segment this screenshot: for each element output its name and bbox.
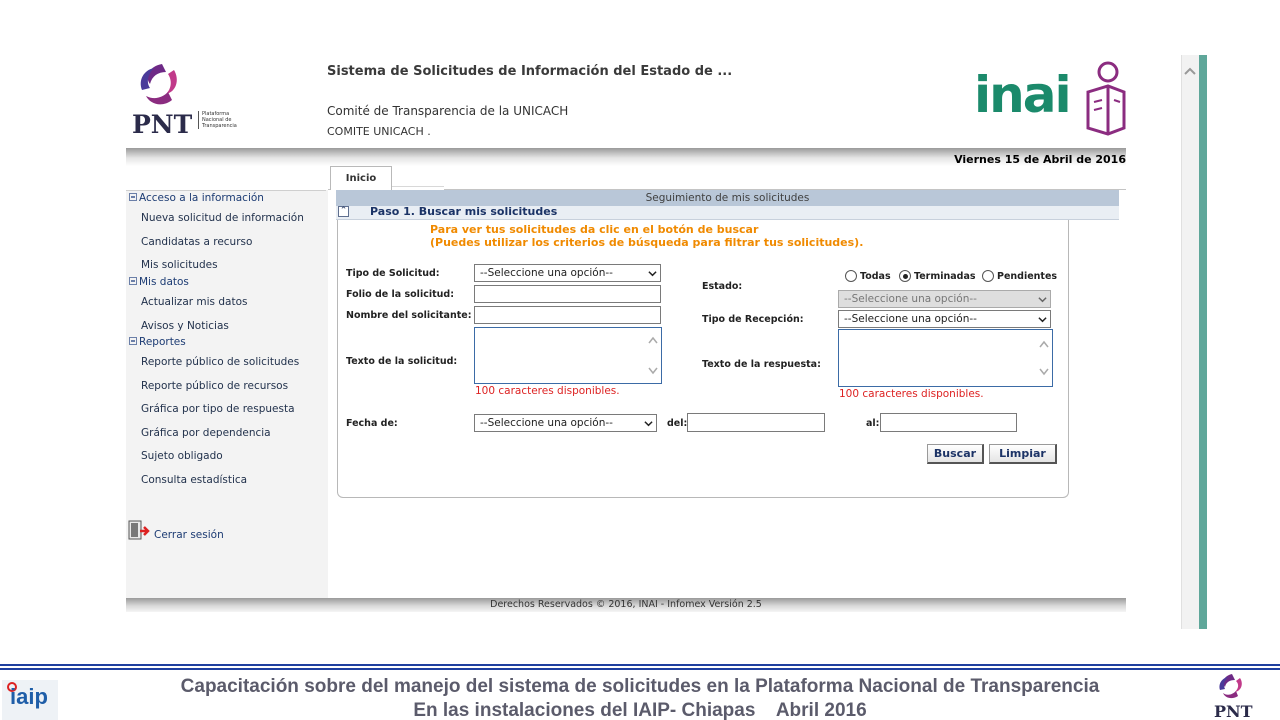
- sidebar-item-reporte-recursos[interactable]: Reporte público de recursos: [141, 380, 288, 392]
- fecha-value: --Seleccione una opción--: [480, 417, 613, 429]
- estado-select: --Seleccione una opción--: [838, 290, 1051, 308]
- committee-name: Comité de Transparencia de la UNICACH: [327, 104, 569, 118]
- folio-input[interactable]: [474, 285, 661, 303]
- fecha-al-input[interactable]: [880, 413, 1017, 432]
- collapse-up-icon[interactable]: ⌃: [338, 206, 349, 217]
- instruction-subtext: (Puedes utilizar los criterios de búsque…: [430, 236, 864, 249]
- sidebar-item-reporte-solicitudes[interactable]: Reporte público de solicitudes: [141, 356, 299, 368]
- nombre-label: Nombre del solicitante:: [346, 310, 472, 321]
- texto-solicitud-remaining: 100 caracteres disponibles.: [475, 385, 620, 397]
- logout-link[interactable]: Cerrar sesión: [128, 520, 224, 542]
- slide-footer-line2: En las instalaciones del IAIP- Chiapas A…: [413, 700, 867, 720]
- pnt-logo-text: PNT: [132, 110, 193, 139]
- fecha-al-label: al:: [866, 418, 880, 429]
- nombre-input[interactable]: [474, 306, 661, 324]
- sidebar-item-candidatas-recurso[interactable]: Candidatas a recurso: [141, 236, 252, 248]
- texto-respuesta-label: Texto de la respuesta:: [702, 359, 821, 370]
- sidebar-section-label: Reportes: [139, 336, 186, 348]
- scroll-down-icon[interactable]: [1039, 368, 1049, 376]
- tipo-recepcion-select[interactable]: --Seleccione una opción--: [838, 310, 1051, 328]
- fecha-select[interactable]: --Seleccione una opción--: [474, 414, 657, 432]
- texto-respuesta-textarea[interactable]: [838, 329, 1053, 387]
- inai-figure-icon: [1086, 61, 1126, 136]
- estado-select-value: --Seleccione una opción--: [844, 293, 977, 305]
- slide-divider: [0, 664, 1280, 670]
- sidebar-item-grafica-respuesta[interactable]: Gráfica por tipo de respuesta: [141, 403, 295, 415]
- browser-scrollbar[interactable]: [1181, 55, 1199, 629]
- tipo-solicitud-value: --Seleccione una opción--: [480, 267, 613, 279]
- sidebar-section-mis-datos[interactable]: Mis datos: [129, 276, 189, 288]
- estado-radio-terminadas[interactable]: Terminadas: [899, 270, 976, 282]
- chevron-down-icon: [644, 421, 653, 427]
- limpiar-button[interactable]: Limpiar: [989, 444, 1057, 464]
- radio-selected-icon: [899, 270, 911, 282]
- collapse-icon: [129, 277, 137, 285]
- sidebar-item-consulta-estadistica[interactable]: Consulta estadística: [141, 474, 247, 486]
- inai-logo: inai: [972, 58, 1128, 138]
- pnt-logo-sub-line: Transparencia: [202, 123, 237, 129]
- tab-inicio[interactable]: Inicio: [330, 166, 392, 190]
- pnt-small-logo: PNT: [1212, 672, 1274, 720]
- pnt-logo-subtitle: Plataforma Nacional de Transparencia: [198, 111, 237, 129]
- decorative-side-bar: [1199, 55, 1207, 629]
- sidebar-item-avisos-noticias[interactable]: Avisos y Noticias: [141, 320, 229, 332]
- radio-label: Pendientes: [997, 270, 1058, 282]
- sidebar-item-grafica-dependencia[interactable]: Gráfica por dependencia: [141, 427, 271, 439]
- radio-label: Todas: [860, 270, 891, 282]
- logout-label: Cerrar sesión: [154, 529, 224, 541]
- sidebar-section-acceso[interactable]: Acceso a la información: [129, 192, 264, 204]
- radio-label: Terminadas: [914, 270, 976, 282]
- tipo-solicitud-label: Tipo de Solicitud:: [346, 268, 440, 279]
- scroll-up-icon[interactable]: [1183, 66, 1197, 76]
- logout-icon: [128, 520, 150, 540]
- inai-logo-text: inai: [974, 66, 1072, 124]
- fecha-del-input[interactable]: [687, 413, 825, 432]
- collapse-icon: [129, 193, 137, 201]
- committee-short: COMITE UNICACH .: [327, 125, 431, 138]
- sidebar-item-nueva-solicitud[interactable]: Nueva solicitud de información: [141, 212, 304, 224]
- pnt-logo: PNT Plataforma Nacional de Transparencia: [128, 60, 248, 140]
- estado-radio-pendientes[interactable]: Pendientes: [982, 270, 1057, 282]
- copyright-text: Derechos Reservados © 2016, INAI - Infom…: [490, 599, 762, 610]
- instruction-text: Para ver tus solicitudes da clic en el b…: [430, 223, 759, 236]
- fecha-del-label: del:: [667, 418, 688, 429]
- buscar-button[interactable]: Buscar: [927, 444, 984, 464]
- texto-solicitud-textarea[interactable]: [474, 327, 662, 384]
- scroll-up-icon[interactable]: [648, 336, 658, 344]
- radio-icon: [982, 270, 994, 282]
- sidebar-section-label: Acceso a la información: [139, 192, 264, 204]
- chevron-down-icon: [1038, 317, 1047, 323]
- sidebar-item-actualizar-datos[interactable]: Actualizar mis datos: [141, 296, 247, 308]
- estado-label: Estado:: [702, 281, 743, 292]
- sidebar-section-label: Mis datos: [139, 276, 189, 288]
- tipo-recepcion-label: Tipo de Recepción:: [702, 314, 804, 325]
- sidebar-item-sujeto-obligado[interactable]: Sujeto obligado: [141, 450, 223, 462]
- system-title: Sistema de Solicitudes de Información de…: [327, 64, 733, 79]
- folio-label: Folio de la solicitud:: [346, 289, 454, 300]
- estado-radio-todas[interactable]: Todas: [845, 270, 891, 282]
- scroll-down-icon[interactable]: [648, 367, 658, 375]
- scroll-up-icon[interactable]: [1039, 340, 1049, 348]
- pnt-small-text: PNT: [1214, 702, 1253, 720]
- radio-icon: [845, 270, 857, 282]
- texto-respuesta-remaining: 100 caracteres disponibles.: [839, 388, 984, 400]
- collapse-icon: [129, 337, 137, 345]
- chevron-down-icon: [648, 271, 657, 277]
- step-title: Paso 1. Buscar mis solicitudes: [370, 205, 558, 218]
- tipo-recepcion-value: --Seleccione una opción--: [844, 313, 977, 325]
- section-title: Seguimiento de mis solicitudes: [336, 190, 1119, 206]
- current-date: Viernes 15 de Abril de 2016: [954, 153, 1126, 166]
- sidebar-divider: [126, 190, 326, 191]
- sidebar-item-mis-solicitudes[interactable]: Mis solicitudes: [141, 259, 218, 271]
- slide-footer-line1: Capacitación sobre del manejo del sistem…: [180, 676, 1100, 697]
- fecha-label: Fecha de:: [346, 418, 398, 429]
- texto-solicitud-label: Texto de la solicitud:: [346, 356, 458, 367]
- sidebar-section-reportes[interactable]: Reportes: [129, 336, 186, 348]
- chevron-down-icon: [1038, 297, 1047, 303]
- tipo-solicitud-select[interactable]: --Seleccione una opción--: [474, 264, 661, 282]
